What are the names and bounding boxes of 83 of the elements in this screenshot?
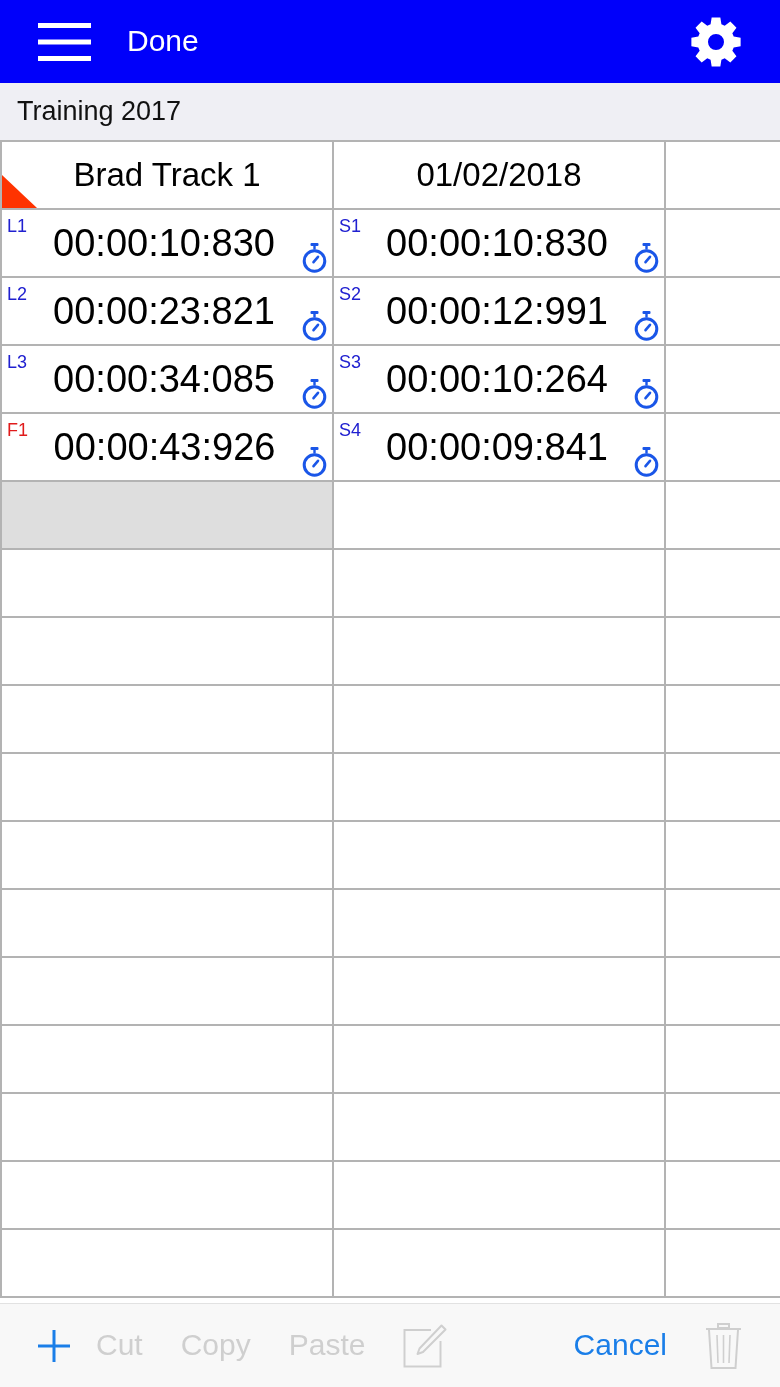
table-cell[interactable]	[334, 482, 664, 548]
table-cell[interactable]	[334, 1094, 664, 1160]
table-cell[interactable]	[666, 1026, 780, 1092]
lap-label: S2	[339, 283, 362, 303]
settings-icon[interactable]	[691, 16, 741, 67]
table-cell[interactable]	[2, 550, 332, 616]
table-cell[interactable]	[666, 618, 780, 684]
table-cell[interactable]	[2, 1094, 332, 1160]
table-cell[interactable]	[2, 1162, 332, 1228]
table-cell[interactable]	[666, 414, 780, 480]
table-cell[interactable]: S3 00:00:10:264	[334, 346, 664, 412]
stopwatch-icon[interactable]	[633, 379, 660, 409]
table-cell[interactable]: S2 00:00:12:991	[334, 278, 664, 344]
table-cell[interactable]	[334, 754, 664, 820]
table-cell[interactable]: Brad Track 1	[2, 142, 332, 208]
table-cell[interactable]	[2, 618, 332, 684]
table-cell[interactable]	[2, 890, 332, 956]
table-cell[interactable]	[2, 686, 332, 752]
table-cell[interactable]	[334, 686, 664, 752]
table-cell[interactable]	[666, 1162, 780, 1228]
table-cell[interactable]: L3 00:00:34:085	[2, 346, 332, 412]
table-cell[interactable]	[2, 822, 332, 888]
lap-label: S1	[339, 215, 362, 235]
table-cell[interactable]	[334, 822, 664, 888]
table-cell[interactable]	[666, 958, 780, 1024]
table-cell[interactable]	[2, 958, 332, 1024]
stopwatch-icon[interactable]	[633, 447, 660, 477]
table-cell[interactable]	[666, 550, 780, 616]
stopwatch-icon[interactable]	[633, 243, 660, 273]
table-cell[interactable]	[666, 482, 780, 548]
table-cell[interactable]	[666, 686, 780, 752]
stopwatch-icon[interactable]	[301, 447, 328, 477]
table-cell[interactable]	[334, 550, 664, 616]
stopwatch-icon[interactable]	[301, 243, 328, 273]
toolbar-button[interactable]: Cancel	[573, 1328, 667, 1363]
done-button[interactable]: Done	[127, 24, 199, 59]
lap-label: L2	[7, 283, 28, 303]
column-title: 01/02/2018	[416, 155, 582, 196]
table-cell[interactable]	[334, 1162, 664, 1228]
table-cell[interactable]	[666, 1230, 780, 1296]
table-cell[interactable]	[334, 618, 664, 684]
table-cell[interactable]: S4 00:00:09:841	[334, 414, 664, 480]
time-value: 00:00:10:830	[52, 222, 276, 265]
table-cell[interactable]	[666, 210, 780, 276]
time-value: 00:00:23:821	[52, 290, 276, 333]
table-cell[interactable]	[666, 142, 780, 208]
table-cell[interactable]	[2, 754, 332, 820]
table-cell[interactable]	[334, 958, 664, 1024]
stopwatch-icon[interactable]	[633, 311, 660, 341]
menu-icon[interactable]	[38, 22, 91, 61]
lap-label: L3	[7, 351, 28, 371]
table-cell[interactable]: F1 00:00:43:926	[2, 414, 332, 480]
time-value: 00:00:34:085	[52, 358, 276, 401]
time-value: 00:00:10:264	[385, 358, 609, 401]
stopwatch-icon[interactable]	[301, 311, 328, 341]
table-cell[interactable]	[666, 1094, 780, 1160]
time-value: 00:00:43:926	[52, 426, 277, 469]
table-cell[interactable]	[334, 1230, 664, 1296]
lap-label: L1	[7, 215, 28, 235]
sheet-title: Training 2017	[17, 95, 182, 129]
lap-label: F1	[7, 419, 28, 439]
column-title: Brad Track 1	[73, 155, 261, 196]
lap-label: S3	[339, 351, 362, 371]
time-value: 00:00:12:991	[385, 290, 609, 333]
table-cell[interactable]	[666, 890, 780, 956]
table-cell[interactable]	[2, 1026, 332, 1092]
table-cell[interactable]: L1 00:00:10:830	[2, 210, 332, 276]
table-cell[interactable]: 01/02/2018	[334, 142, 664, 208]
table-cell[interactable]	[666, 278, 780, 344]
stopwatch-icon[interactable]	[301, 379, 328, 409]
time-value: 00:00:10:830	[385, 222, 609, 265]
add-icon[interactable]	[38, 1329, 70, 1362]
table-cell[interactable]: S1 00:00:10:830	[334, 210, 664, 276]
table-cell[interactable]	[2, 1230, 332, 1296]
table-cell[interactable]	[666, 346, 780, 412]
lap-label: S4	[339, 419, 362, 439]
time-value: 00:00:09:841	[385, 426, 609, 469]
table-cell[interactable]	[666, 822, 780, 888]
table-cell[interactable]	[334, 1026, 664, 1092]
table-cell[interactable]	[2, 482, 332, 548]
table-cell[interactable]: L2 00:00:23:821	[2, 278, 332, 344]
table-cell[interactable]	[334, 890, 664, 956]
table-cell[interactable]	[666, 754, 780, 820]
